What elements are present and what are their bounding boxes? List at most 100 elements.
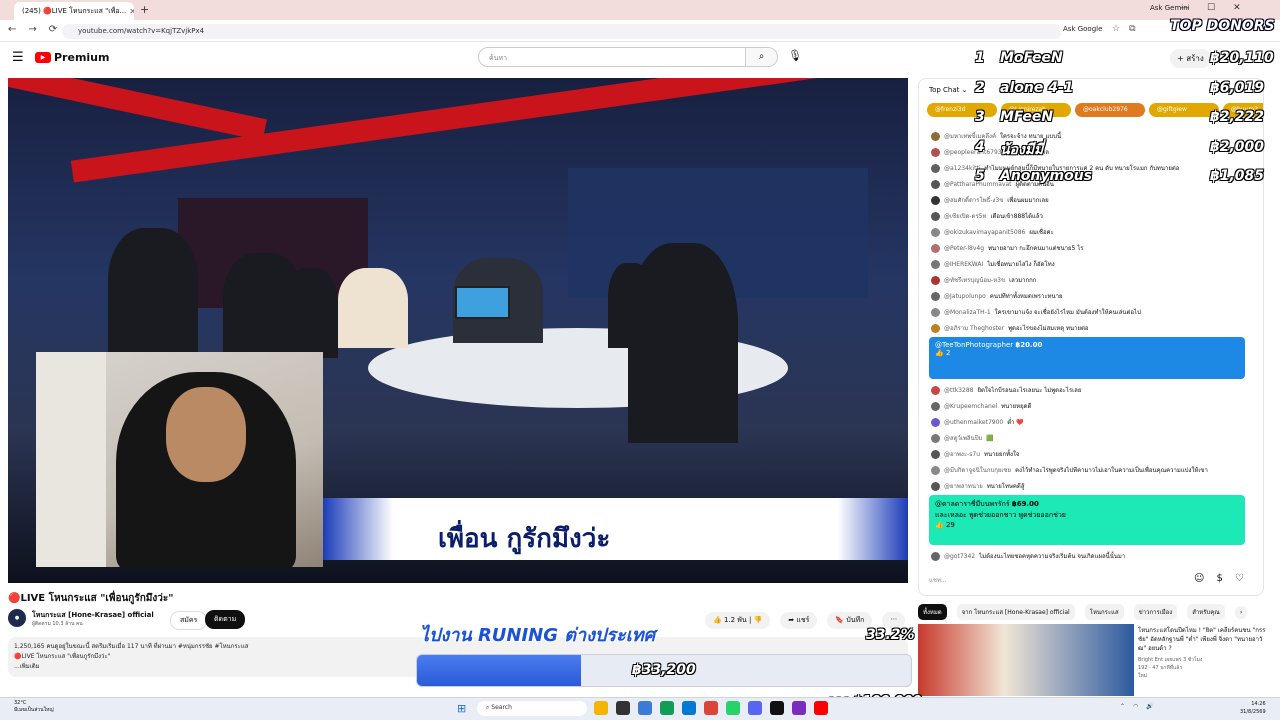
ask-google-button[interactable]: Ask Google (1060, 25, 1106, 33)
recommendation-tabs: ทั้งหมด จาก โหนกระแส [Hone-Krasae] offici… (918, 604, 1248, 620)
chat-message[interactable]: @uthenmaiket7900 ต่ำ ❤️ (931, 417, 1024, 427)
app-icon[interactable] (616, 701, 630, 715)
microphone-icon[interactable]: 🎙 (788, 49, 802, 62)
chat-message[interactable]: @สมศักดิ์ดารโพธิ์-ง3ข เพื่อนผมมากเลย (931, 195, 1049, 205)
chat-username[interactable]: @peopleerant6793 (944, 149, 1002, 156)
search-input[interactable]: ค้นหา (478, 47, 746, 67)
weather-widget[interactable]: 32°C มีเมฆเป็นส่วนใหญ่ (14, 700, 54, 714)
taskbar-search[interactable]: ⌕ Search (477, 701, 587, 716)
super-chat[interactable]: @ตาลดาราชี่มีบนพรรักร์ ฿69.00 และเหลอะ พ… (929, 495, 1245, 545)
chat-username[interactable]: @สมศักดิ์ดารโพธิ์-ง3ข (944, 195, 1003, 205)
app-icon[interactable] (638, 701, 652, 715)
chat-message[interactable]: @Krupeemchanel ทนายหยุดดี (931, 401, 1031, 411)
chat-username[interactable]: @เซียเปิด-ดร5ท (944, 211, 986, 221)
chat-username[interactable]: @อาพงะ-s7u (944, 449, 980, 459)
minimize-icon[interactable]: — (1180, 3, 1189, 13)
chat-username[interactable]: @ยาพลาทนาย (944, 481, 983, 491)
new-tab-icon[interactable]: + (140, 3, 149, 16)
chat-username[interactable]: @IHEREKWAI (944, 261, 983, 268)
extensions-icon[interactable]: ⧉ (1129, 24, 1135, 34)
close-window-icon[interactable]: ✕ (1233, 3, 1241, 13)
chat-message[interactable]: @มีบกิตาจูจนิในกบกุยเซย คงไว้ทำอะไรพูดจริ… (931, 465, 1208, 475)
app-icon[interactable] (792, 701, 806, 715)
chat-username[interactable]: @uthenmaiket7900 (944, 419, 1003, 426)
chat-mode-dropdown[interactable]: Top Chat ⌄ (929, 86, 968, 94)
forward-icon[interactable]: → (28, 24, 36, 35)
youtube-logo[interactable]: ▶ Premium (35, 51, 109, 64)
chevron-right-icon[interactable]: › (1234, 605, 1248, 619)
chat-message[interactable]: @อภิราม Theghoster พูดอะไรของไม่สมเหตุ ทน… (931, 323, 1089, 333)
chat-username[interactable]: @Jatupolunpo (944, 293, 986, 300)
heart-icon[interactable]: ♡ (1235, 573, 1244, 584)
chrome-icon[interactable] (704, 701, 718, 715)
chat-message[interactable]: @Peter-l8v4g ทนายอามา กะอึกคนมาแต่ชนาย5 ไ… (931, 243, 1084, 253)
video-caption: เพื่อน กูรักมึงว่ะ (438, 524, 611, 554)
edge-icon[interactable] (682, 701, 696, 715)
chat-username[interactable]: @Peter-l8v4g (944, 245, 984, 252)
emoji-icon[interactable]: ☺ (1194, 573, 1204, 584)
share-button[interactable]: ➦ แชร์ (780, 612, 818, 629)
join-button[interactable]: สมัคร (170, 611, 208, 630)
reload-icon[interactable]: ⟳ (49, 24, 57, 35)
chat-message[interactable]: @IHEREKWAI ไม่เชื่อทนายไสไง ก็อัดโทง (931, 259, 1055, 269)
app-icon[interactable] (726, 701, 740, 715)
clock[interactable]: 14:26 31/8/2569 (1240, 700, 1266, 716)
chat-username[interactable]: @MonalizaTH-1 (944, 309, 991, 316)
rec-tab[interactable]: สำหรับคุณ (1187, 604, 1225, 620)
chat-input[interactable]: แชท... (929, 575, 1179, 585)
subscribe-button[interactable]: ติดตาม (205, 610, 246, 629)
search-button[interactable]: ⌕ (746, 47, 778, 67)
rec-tab[interactable]: โหนกระแส (1084, 604, 1124, 620)
chat-message[interactable]: @อาพงะ-s7u ทนายยกทั้งใจ (931, 449, 1019, 459)
chat-username[interactable]: @Krupeemchanel (944, 403, 997, 410)
bookmark-star-icon[interactable]: ☆ (1112, 24, 1120, 34)
chat-username[interactable]: @สตูว์เพลินปีบ (944, 433, 982, 443)
recommended-channel[interactable]: Bright Ent เผยแพร่ 3 ชั่วโมง (1138, 656, 1202, 664)
url-field[interactable]: youtube.com/watch?v=KqjTZvjkPx4 (62, 24, 1062, 39)
thumbs-down-icon[interactable]: 👎 (754, 616, 763, 624)
app-icon[interactable] (770, 701, 784, 715)
file-explorer-icon[interactable] (594, 701, 608, 715)
recommended-thumbnail[interactable] (918, 624, 1134, 696)
close-tab-icon[interactable]: ✕ (129, 7, 134, 16)
pinned-supporter[interactable]: @giftgiew (1149, 103, 1219, 117)
pinned-supporter[interactable]: @frenzi3d (927, 103, 997, 117)
chat-message[interactable]: @ttk3288 ยิตใจไกบีรอนอะไรเลยนะ ไม่พูดอะไร… (931, 385, 1081, 395)
chat-username[interactable]: @อภิราม Theghoster (944, 323, 1004, 333)
app-icon[interactable] (660, 701, 674, 715)
volume-icon[interactable]: 🔊 (1146, 703, 1153, 710)
rec-tab[interactable]: จาก โหนกระแส [Hone-Krasae] official (956, 604, 1075, 620)
rec-tab[interactable]: ข่าวการเมือง (1133, 604, 1178, 620)
back-icon[interactable]: ← (8, 24, 16, 35)
chat-message[interactable]: @ยาพลาทนาย ทนายโทษคดีสู้ (931, 481, 1024, 491)
chat-message[interactable]: @สตูว์เพลินปีบ 🟩 (931, 433, 994, 443)
windows-start-icon[interactable]: ⊞ (457, 702, 466, 715)
chevron-up-icon[interactable]: ⌃ (1120, 703, 1125, 710)
chat-username[interactable]: @okizukavimayapanit5086 (944, 229, 1025, 236)
chat-username[interactable]: @มีบกิตาจูจนิในกบกุยเซย (944, 465, 1011, 475)
chat-username[interactable]: @ttk3288 (944, 387, 973, 394)
channel-avatar[interactable]: ● (8, 609, 26, 627)
browser-tab[interactable]: (245) 🔴LIVE โหนกระแส "เพื่อ... ✕ (14, 2, 134, 20)
create-button[interactable]: + สร้าง (1170, 49, 1211, 68)
chat-message[interactable]: @ทัชรึเทรบุญน้อม-ห3ข เลวมากกก (931, 275, 1036, 285)
youtube-app-icon[interactable] (814, 701, 828, 715)
super-chat-icon[interactable]: $ (1216, 573, 1222, 584)
like-button[interactable]: 👍 1.2 พัน | 👎 (705, 612, 771, 629)
chat-message[interactable]: @Jatupolunpo คนปทีท่าทั้งหมดเพราะทนาย (931, 291, 1063, 301)
maximize-icon[interactable]: ☐ (1207, 3, 1215, 13)
chat-username[interactable]: @got7342 (944, 553, 975, 560)
chat-message[interactable]: @MonalizaTH-1 ใครเขามาแจ้ง จะเชื่อยังไรไห… (931, 307, 1141, 317)
hamburger-menu-icon[interactable]: ☰ (12, 50, 24, 65)
pinned-supporter[interactable]: @oakclub2976 (1075, 103, 1145, 117)
chat-message[interactable]: @เซียเปิด-ดร5ท เตือนเข้า888ได้แล้ว (931, 211, 1043, 221)
chat-message[interactable]: @got7342 ไม่ต้องนะไทยชอคหุดความจริงเริ่มต… (931, 551, 1125, 561)
chat-username[interactable]: @ทัชรึเทรบุญน้อม-ห3ข (944, 275, 1005, 285)
super-chat[interactable]: @TeeTonPhotographer ฿20.00 👍 2 (929, 337, 1245, 379)
chat-message[interactable]: @okizukavimayapanit5086 ผมเชื่อค่ะ (931, 227, 1054, 237)
recommended-title[interactable]: โหนกระแสโดนปีดไหม ! "ยิต" เคลียร์คนชน "ก… (1138, 626, 1266, 653)
chat-username[interactable]: @มหาเทพขี้เมคลึงค์ (944, 131, 996, 141)
discord-icon[interactable] (748, 701, 762, 715)
wifi-icon[interactable]: ◠ (1133, 703, 1138, 710)
rec-tab[interactable]: ทั้งหมด (918, 604, 947, 620)
